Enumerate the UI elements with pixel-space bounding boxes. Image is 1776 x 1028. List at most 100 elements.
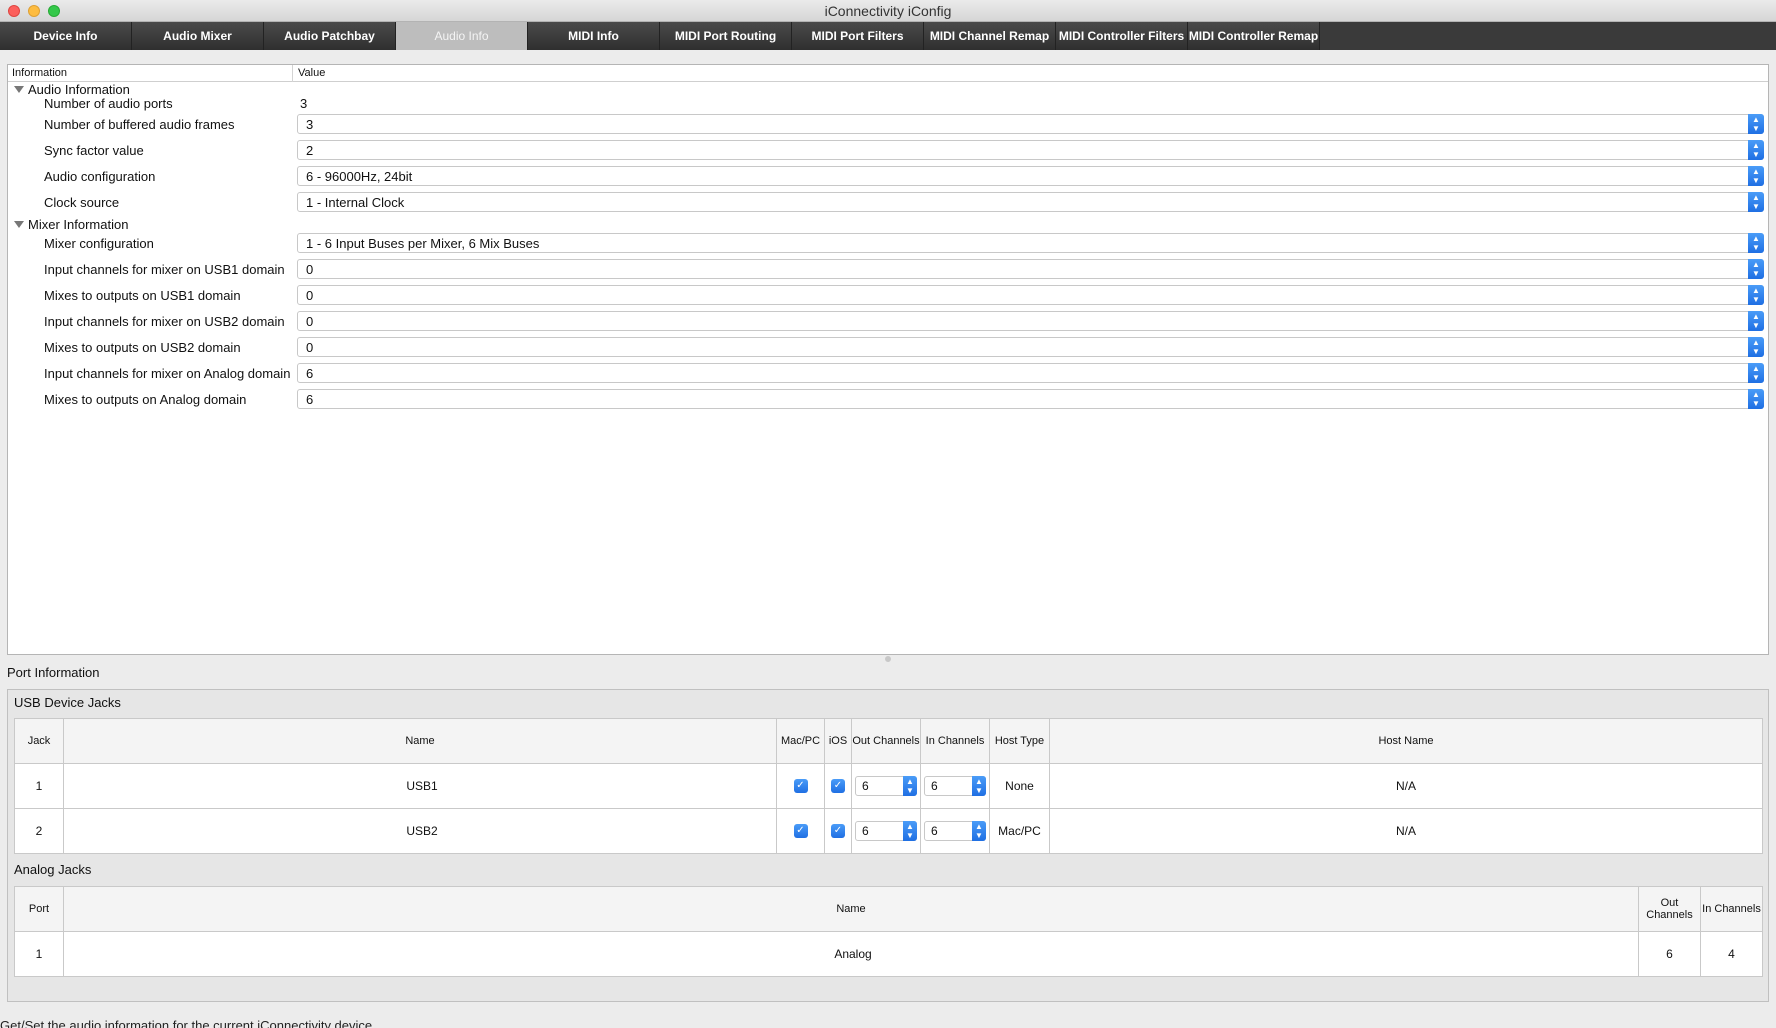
in-channels-cell: 6 ▲ ▼ bbox=[920, 763, 990, 809]
tab-midi-channel-remap[interactable]: MIDI Channel Remap bbox=[924, 22, 1056, 50]
macpc-checkbox[interactable]: ✓ bbox=[793, 779, 808, 794]
up-down-arrows-icon[interactable]: ▲ ▼ bbox=[1748, 166, 1764, 186]
macpc-cell: ✓ bbox=[776, 808, 825, 854]
up-down-arrows-icon[interactable]: ▲ ▼ bbox=[903, 776, 917, 796]
column-header-information[interactable]: Information bbox=[12, 67, 67, 79]
usb2-mixes-to-outputs-select[interactable]: 0 ▲ ▼ bbox=[297, 337, 1764, 357]
up-down-arrows-icon[interactable]: ▲ ▼ bbox=[1748, 192, 1764, 212]
up-down-arrows-icon[interactable]: ▲ ▼ bbox=[1748, 389, 1764, 409]
port-information-panel: USB Device Jacks Jack Name Mac/PC iOS Ou… bbox=[7, 689, 1769, 1002]
minimize-window-button[interactable] bbox=[28, 5, 40, 17]
tab-midi-info[interactable]: MIDI Info bbox=[528, 22, 660, 50]
disclosure-triangle-icon[interactable] bbox=[14, 221, 24, 228]
up-down-arrows-icon[interactable]: ▲ ▼ bbox=[1748, 311, 1764, 331]
tab-device-info[interactable]: Device Info bbox=[0, 22, 132, 50]
up-down-arrows-icon[interactable]: ▲ ▼ bbox=[1748, 114, 1764, 134]
tab-audio-info[interactable]: Audio Info bbox=[396, 22, 528, 50]
status-bar-text: Get/Set the audio information for the cu… bbox=[0, 1018, 373, 1028]
splitter-handle[interactable] bbox=[885, 656, 891, 662]
in-channels-cell: 6 ▲ ▼ bbox=[920, 808, 990, 854]
ios-cell: ✓ bbox=[824, 808, 852, 854]
table-row[interactable]: 1 Analog 6 4 bbox=[14, 931, 1763, 977]
macpc-checkbox[interactable]: ✓ bbox=[793, 824, 808, 839]
table-row[interactable]: 1 USB1 ✓ ✓ 6 ▲ ▼ 6 ▲ ▼ None N/A bbox=[14, 763, 1763, 809]
tree-row: Mixes to outputs on USB2 domain 0 ▲ ▼ bbox=[8, 335, 1768, 361]
sync-factor-select[interactable]: 2 ▲ ▼ bbox=[297, 140, 1764, 160]
header-ios[interactable]: iOS bbox=[824, 718, 852, 764]
usb-jacks-table: Jack Name Mac/PC iOS Out Channels In Cha… bbox=[14, 718, 1763, 854]
up-down-arrows-icon[interactable]: ▲ ▼ bbox=[903, 821, 917, 841]
up-down-arrows-icon[interactable]: ▲ ▼ bbox=[1748, 337, 1764, 357]
tree-row: Mixes to outputs on Analog domain 6 ▲ ▼ bbox=[8, 387, 1768, 413]
out-channels-select[interactable]: 6 ▲ ▼ bbox=[855, 776, 917, 796]
usb1-mixes-to-outputs-select[interactable]: 0 ▲ ▼ bbox=[297, 285, 1764, 305]
header-in-channels[interactable]: In Channels bbox=[1700, 886, 1763, 932]
header-name[interactable]: Name bbox=[63, 718, 777, 764]
buffered-frames-select[interactable]: 3 ▲ ▼ bbox=[297, 114, 1764, 134]
header-macpc[interactable]: Mac/PC bbox=[776, 718, 825, 764]
usb-device-jacks-label: USB Device Jacks bbox=[14, 695, 121, 710]
row-label: Mixes to outputs on USB1 domain bbox=[44, 288, 241, 303]
column-divider[interactable] bbox=[292, 65, 293, 82]
name-cell[interactable]: USB2 bbox=[63, 808, 777, 854]
header-in-channels[interactable]: In Channels bbox=[920, 718, 990, 764]
tab-bar: Device Info Audio Mixer Audio Patchbay A… bbox=[0, 22, 1776, 50]
disclosure-triangle-icon[interactable] bbox=[14, 86, 24, 93]
in-channels-select[interactable]: 6 ▲ ▼ bbox=[924, 776, 986, 796]
tree-row: Number of audio ports 3 bbox=[8, 94, 1768, 112]
tab-midi-port-filters[interactable]: MIDI Port Filters bbox=[792, 22, 924, 50]
tab-midi-controller-filters[interactable]: MIDI Controller Filters bbox=[1056, 22, 1188, 50]
analog-input-channels-select[interactable]: 6 ▲ ▼ bbox=[297, 363, 1764, 383]
tab-audio-patchbay[interactable]: Audio Patchbay bbox=[264, 22, 396, 50]
up-down-arrows-icon[interactable]: ▲ ▼ bbox=[1748, 233, 1764, 253]
tab-midi-controller-remap[interactable]: MIDI Controller Remap bbox=[1188, 22, 1320, 50]
ios-checkbox[interactable]: ✓ bbox=[831, 824, 845, 839]
out-channels-select[interactable]: 6 ▲ ▼ bbox=[855, 821, 917, 841]
row-label: Input channels for mixer on USB2 domain bbox=[44, 314, 285, 329]
up-down-arrows-icon[interactable]: ▲ ▼ bbox=[972, 776, 986, 796]
row-label: Audio configuration bbox=[44, 169, 156, 184]
tab-audio-mixer[interactable]: Audio Mixer bbox=[132, 22, 264, 50]
title-bar: iConnectivity iConfig bbox=[0, 0, 1776, 22]
up-down-arrows-icon[interactable]: ▲ ▼ bbox=[972, 821, 986, 841]
tree-row: Number of buffered audio frames 3 ▲ ▼ bbox=[8, 112, 1768, 138]
ios-checkbox[interactable]: ✓ bbox=[831, 779, 845, 794]
usb2-input-channels-select[interactable]: 0 ▲ ▼ bbox=[297, 311, 1764, 331]
usb1-input-channels-select[interactable]: 0 ▲ ▼ bbox=[297, 259, 1764, 279]
clock-source-select[interactable]: 1 - Internal Clock ▲ ▼ bbox=[297, 192, 1764, 212]
header-name[interactable]: Name bbox=[63, 886, 1639, 932]
row-label: Sync factor value bbox=[44, 143, 144, 158]
zoom-window-button[interactable] bbox=[48, 5, 60, 17]
select-value: 1 - 6 Input Buses per Mixer, 6 Mix Buses bbox=[306, 236, 540, 251]
row-label: Clock source bbox=[44, 195, 120, 210]
close-window-button[interactable] bbox=[8, 5, 20, 17]
up-down-arrows-icon[interactable]: ▲ ▼ bbox=[1748, 259, 1764, 279]
audio-configuration-select[interactable]: 6 - 96000Hz, 24bit ▲ ▼ bbox=[297, 166, 1764, 186]
header-host-name[interactable]: Host Name bbox=[1049, 718, 1763, 764]
up-down-arrows-icon[interactable]: ▲ ▼ bbox=[1748, 285, 1764, 305]
header-jack[interactable]: Jack bbox=[14, 718, 64, 764]
name-cell[interactable]: USB1 bbox=[63, 763, 777, 809]
mixer-configuration-select[interactable]: 1 - 6 Input Buses per Mixer, 6 Mix Buses… bbox=[297, 233, 1764, 253]
host-name-cell: N/A bbox=[1049, 763, 1763, 809]
row-value: 3 bbox=[300, 96, 308, 111]
header-host-type[interactable]: Host Type bbox=[989, 718, 1050, 764]
tree-row: Mixer configuration 1 - 6 Input Buses pe… bbox=[8, 231, 1768, 257]
select-value: 6 bbox=[306, 392, 314, 407]
out-channels-cell: 6 ▲ ▼ bbox=[851, 763, 921, 809]
name-cell[interactable]: Analog bbox=[63, 931, 1639, 977]
column-header-value[interactable]: Value bbox=[298, 67, 325, 79]
up-down-arrows-icon[interactable]: ▲ ▼ bbox=[1748, 140, 1764, 160]
header-out-channels[interactable]: Out Channels bbox=[1638, 886, 1701, 932]
tab-midi-port-routing[interactable]: MIDI Port Routing bbox=[660, 22, 792, 50]
in-channels-select[interactable]: 6 ▲ ▼ bbox=[924, 821, 986, 841]
table-row[interactable]: 2 USB2 ✓ ✓ 6 ▲ ▼ 6 ▲ ▼ Mac/PC N/A bbox=[14, 808, 1763, 854]
analog-mixes-to-outputs-select[interactable]: 6 ▲ ▼ bbox=[297, 389, 1764, 409]
header-port[interactable]: Port bbox=[14, 886, 64, 932]
tree-row: Sync factor value 2 ▲ ▼ bbox=[8, 138, 1768, 164]
select-value: 3 bbox=[306, 117, 314, 132]
up-down-arrows-icon[interactable]: ▲ ▼ bbox=[1748, 363, 1764, 383]
port-information-title: Port Information bbox=[7, 665, 100, 680]
header-out-channels[interactable]: Out Channels bbox=[851, 718, 921, 764]
select-value: 6 bbox=[862, 824, 869, 838]
